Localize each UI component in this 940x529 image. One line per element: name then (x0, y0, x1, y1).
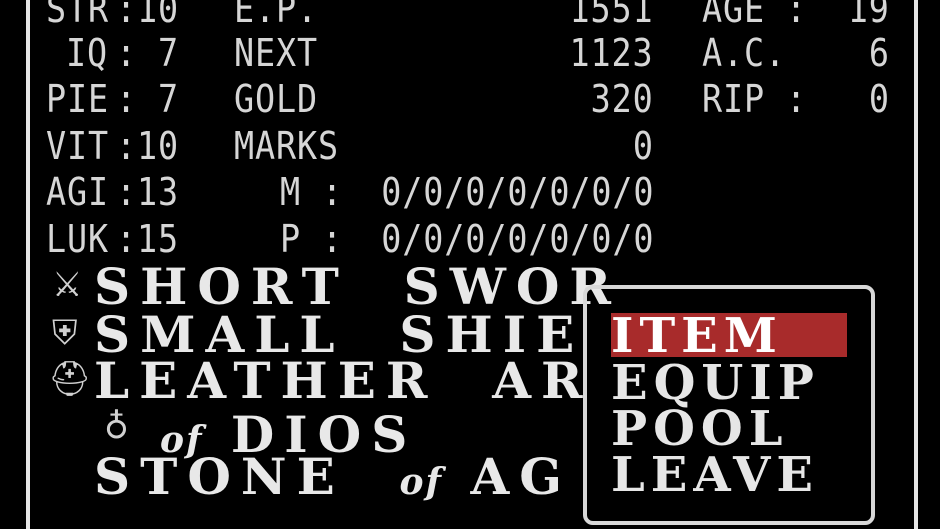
equipment-item-stone[interactable]: STONE of AG (94, 452, 572, 507)
of-word: of (399, 461, 444, 503)
sword-icon: ⚔ (52, 265, 83, 305)
ep-value: 1551 (569, 0, 654, 31)
stat-agi-value: :13 (116, 170, 180, 214)
rip-value: 0 (868, 77, 890, 121)
stat-pie-label: PIE (46, 77, 110, 121)
rip-label: RIP : (702, 77, 808, 121)
priest-spells-label: P : (280, 217, 344, 261)
equipment-item-armor[interactable]: LEATHER AR (94, 356, 593, 406)
menu-item-leave[interactable]: LEAVE (611, 451, 819, 499)
helmet-icon: ⛑ (48, 359, 92, 399)
menu-item-pool[interactable]: POOL (611, 405, 788, 453)
amulet-icon: ♁ (104, 407, 129, 447)
ac-value: 6 (868, 31, 890, 75)
mage-spells-value: 0/0/0/0/0/0/0 (380, 170, 654, 214)
stat-pie-value: : 7 (116, 77, 180, 121)
ep-label: E.P. (234, 0, 319, 31)
menu-item-equip[interactable]: EQUIP (611, 359, 820, 407)
stone-name: STONE (94, 447, 345, 506)
menu-item-item[interactable]: ITEM (611, 313, 847, 357)
stat-iq-label: IQ (66, 31, 109, 75)
shield-icon: ⛨ (52, 313, 78, 353)
marks-value: 0 (632, 124, 654, 168)
next-value: 1123 (569, 31, 654, 75)
age-value: 19 (847, 0, 890, 31)
stat-str-label: STR (46, 0, 110, 31)
stat-iq-value: : 7 (116, 31, 180, 75)
mage-spells-label: M : (280, 170, 344, 214)
character-screen: STR :10 IQ : 7 PIE : 7 VIT :10 AGI :13 L… (0, 0, 940, 529)
next-label: NEXT (234, 31, 319, 75)
gold-label: GOLD (234, 77, 319, 121)
stat-luk-label: LUK (46, 217, 110, 261)
age-label: AGE : (702, 0, 808, 31)
command-menu: ITEM EQUIP POOL LEAVE (583, 285, 875, 525)
stone-suffix: AG (470, 447, 572, 506)
gold-value: 320 (590, 77, 654, 121)
priest-spells-value: 0/0/0/0/0/0/0 (380, 217, 654, 261)
ac-label: A.C. (702, 31, 787, 75)
stat-str-value: :10 (116, 0, 180, 31)
stat-vit-value: :10 (116, 124, 180, 168)
marks-label: MARKS (234, 124, 340, 168)
stat-agi-label: AGI (46, 170, 110, 214)
stat-luk-value: :15 (116, 217, 180, 261)
stat-vit-label: VIT (46, 124, 110, 168)
